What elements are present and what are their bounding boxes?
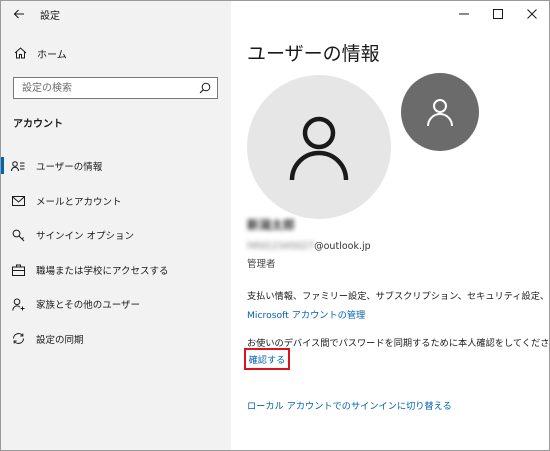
minimize-icon	[459, 13, 469, 15]
sidebar-item-home[interactable]: ホーム	[1, 41, 231, 65]
search-icon[interactable]	[196, 79, 214, 97]
sidebar-item-label: 職場または学校にアクセスする	[36, 265, 169, 277]
key-icon	[11, 228, 25, 242]
home-icon	[13, 46, 27, 60]
app-title: 設定	[40, 10, 60, 22]
email-local-part: f4fd12345027	[247, 241, 315, 252]
sidebar-item-work-school[interactable]: 職場または学校にアクセスする	[1, 253, 231, 288]
password-sync-text: お使いのデバイス間でパスワードを同期するために本人確認をしてください。	[247, 338, 549, 349]
switch-local-account-link[interactable]: ローカル アカウントでのサインインに切り替える	[247, 398, 452, 412]
maximize-button[interactable]	[481, 1, 515, 27]
back-button[interactable]	[6, 1, 32, 27]
main-content: ユーザーの情報 新潟太郎 f4fd12345027@outlook.jp 管理者…	[231, 1, 549, 450]
manage-microsoft-account-link[interactable]: Microsoft アカウントの管理	[247, 307, 365, 321]
sidebar-item-sync[interactable]: 設定の同期	[1, 322, 231, 357]
sidebar-item-signin-options[interactable]: サインイン オプション	[1, 218, 231, 253]
sidebar: 設定 ホーム アカウント ユーザーの情報	[1, 1, 231, 450]
person-add-icon	[11, 297, 25, 311]
minimize-button[interactable]	[447, 1, 481, 27]
verify-highlight-box: 確認する	[244, 348, 290, 370]
page-title: ユーザーの情報	[247, 43, 380, 65]
close-button[interactable]	[515, 1, 549, 27]
avatar-large	[247, 75, 391, 219]
maximize-icon	[493, 9, 503, 19]
back-arrow-icon	[13, 9, 24, 19]
mail-icon	[11, 194, 25, 208]
sidebar-item-mail[interactable]: メールとアカウント	[1, 184, 231, 219]
window-controls	[447, 1, 549, 27]
close-icon	[527, 9, 537, 19]
home-label: ホーム	[37, 49, 67, 61]
sidebar-item-family[interactable]: 家族とその他のユーザー	[1, 287, 231, 322]
account-role: 管理者	[247, 259, 276, 270]
sidebar-item-label: メールとアカウント	[36, 196, 122, 208]
email-domain: @outlook.jp	[314, 241, 371, 252]
sidebar-item-label: ユーザーの情報	[36, 162, 103, 174]
billing-info-text: 支払い情報、ファミリー設定、サブスクリプション、セキュリティ設定、その他	[247, 291, 549, 302]
briefcase-icon	[11, 263, 25, 277]
section-heading: アカウント	[13, 119, 63, 130]
titlebar: 設定	[1, 1, 231, 27]
avatar-small[interactable]	[401, 73, 479, 151]
sidebar-nav: ユーザーの情報 メールとアカウント サインイン オプション 職場または学校にアク…	[1, 149, 231, 356]
user-name: 新潟太郎	[247, 218, 296, 232]
sidebar-item-label: サインイン オプション	[36, 231, 135, 243]
search-input[interactable]	[14, 78, 196, 98]
user-silhouette-icon	[427, 99, 453, 127]
sidebar-item-label: 家族とその他のユーザー	[36, 300, 141, 312]
user-info-icon	[11, 159, 25, 173]
sidebar-item-user-info[interactable]: ユーザーの情報	[1, 149, 231, 184]
email-address: f4fd12345027@outlook.jp	[247, 241, 371, 252]
verify-link[interactable]: 確認する	[249, 352, 286, 366]
settings-window: 設定 ホーム アカウント ユーザーの情報	[0, 0, 550, 451]
sidebar-item-label: 設定の同期	[36, 334, 84, 346]
sync-icon	[11, 332, 25, 346]
search-box[interactable]	[13, 77, 218, 99]
user-silhouette-icon	[289, 116, 349, 181]
